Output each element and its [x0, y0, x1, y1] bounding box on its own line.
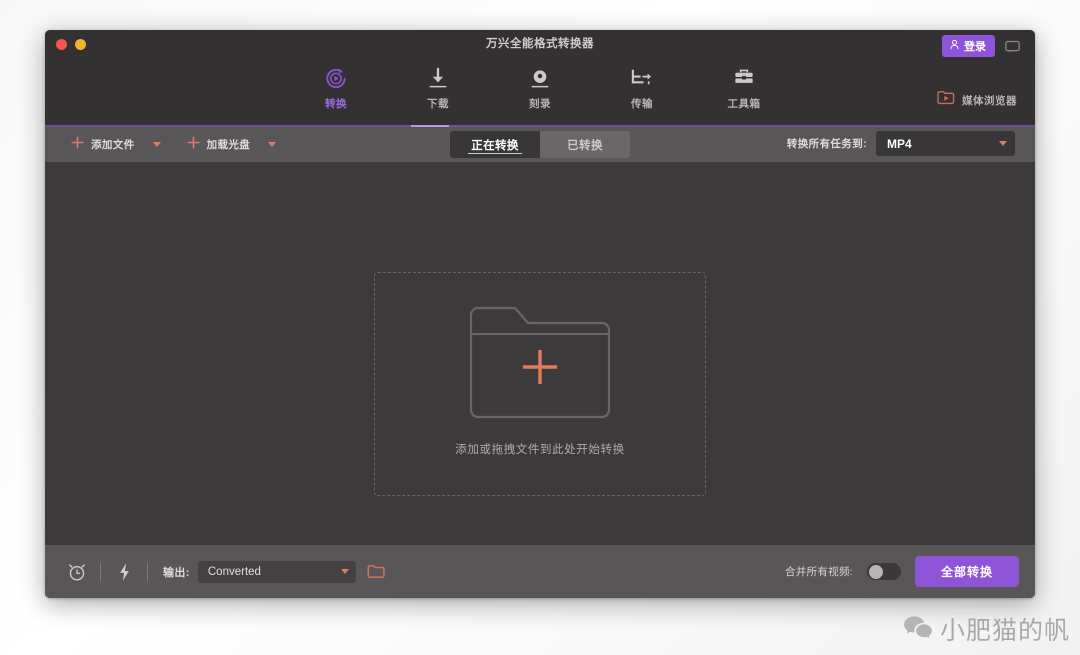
- main-nav: 转换 下载 刻录 传输 工具箱: [304, 62, 777, 111]
- toggle-knob: [868, 564, 883, 579]
- folder-open-icon[interactable]: [366, 562, 386, 582]
- caret-down-icon: [999, 141, 1007, 146]
- alarm-clock-icon[interactable]: [63, 558, 91, 586]
- add-file-dropdown[interactable]: [139, 138, 173, 151]
- nav-tab-transfer[interactable]: 传输: [610, 62, 675, 111]
- desktop-backdrop: 万兴全能格式转换器 登录 转换 下载 刻录 传输 工具箱 媒体浏览器 添加文件 …: [0, 0, 1080, 655]
- convert-all-label: 全部转换: [940, 565, 993, 579]
- title-bar: 万兴全能格式转换器 登录: [45, 30, 1035, 58]
- bottom-bar: 输出: Converted 合并所有视频: 全部转换: [45, 545, 1035, 598]
- tab-converting-label: 正在转换: [471, 139, 519, 152]
- media-browser-label: 媒体浏览器: [962, 94, 1017, 107]
- lightning-bolt-icon[interactable]: [110, 558, 138, 586]
- tab-converted-label: 已转换: [567, 139, 603, 152]
- load-disc-dropdown[interactable]: [254, 138, 288, 151]
- chat-bubble-icon[interactable]: [1004, 38, 1021, 55]
- nav-tab-convert[interactable]: 转换: [304, 62, 369, 111]
- nav-tab-burn[interactable]: 刻录: [508, 62, 573, 111]
- nav-tab-label: 刻录: [529, 98, 551, 110]
- person-icon: [949, 39, 960, 53]
- add-file-button[interactable]: 添加文件: [67, 133, 139, 157]
- folder-plus-icon: [469, 306, 611, 419]
- download-arrow-icon: [427, 65, 450, 91]
- titlebar-right-group: 登录: [942, 35, 1021, 57]
- output-path-select[interactable]: Converted: [197, 560, 356, 583]
- convert-all-to-label: 转换所有任务到:: [786, 138, 867, 150]
- nav-header: 转换 下载 刻录 传输 工具箱 媒体浏览器: [45, 58, 1035, 125]
- caret-down-icon: [268, 142, 277, 147]
- plus-icon: [71, 136, 84, 154]
- conversion-state-tabs: 正在转换 已转换: [450, 131, 630, 158]
- divider: [147, 562, 148, 581]
- add-file-label: 添加文件: [91, 139, 135, 151]
- nav-tab-label: 下载: [427, 98, 449, 110]
- dropzone-hint: 添加或拖拽文件到此处开始转换: [455, 443, 625, 456]
- nav-tab-label: 传输: [631, 98, 653, 110]
- folder-play-icon: [937, 90, 955, 110]
- bottom-right-group: 合并所有视频: 全部转换: [785, 545, 1019, 598]
- login-label: 登录: [964, 41, 986, 53]
- output-path-value: Converted: [207, 565, 261, 578]
- load-disc-button[interactable]: 加载光盘: [183, 133, 255, 157]
- login-button[interactable]: 登录: [942, 35, 995, 57]
- caret-down-icon: [340, 569, 349, 574]
- nav-tab-download[interactable]: 下载: [406, 62, 471, 111]
- plus-icon: [187, 136, 200, 154]
- load-disc-label: 加载光盘: [206, 139, 251, 151]
- tab-converting[interactable]: 正在转换: [450, 131, 540, 158]
- action-toolbar: 添加文件 加载光盘 正在转换 已转换 转换所有任务到: MP4: [45, 127, 1035, 162]
- output-format-value: MP4: [887, 136, 912, 151]
- caret-down-icon: [152, 142, 161, 147]
- toolbar-right-group: 转换所有任务到: MP4: [787, 131, 1015, 156]
- watermark: 小肥猫的帆: [903, 611, 1070, 647]
- bottom-left-group: 输出: Converted: [45, 558, 386, 586]
- divider: [100, 562, 101, 581]
- transfer-icon: [630, 65, 655, 91]
- output-label: 输出:: [163, 566, 190, 579]
- merge-videos-label: 合并所有视频:: [784, 566, 853, 578]
- nav-tab-toolbox[interactable]: 工具箱: [712, 62, 777, 111]
- tab-converted[interactable]: 已转换: [540, 131, 630, 158]
- app-window: 万兴全能格式转换器 登录 转换 下载 刻录 传输 工具箱 媒体浏览器 添加文件 …: [45, 30, 1035, 598]
- media-browser-button[interactable]: 媒体浏览器: [937, 90, 1017, 110]
- merge-videos-toggle[interactable]: [867, 563, 901, 580]
- nav-tab-label: 转换: [325, 98, 347, 110]
- convert-all-button[interactable]: 全部转换: [915, 556, 1019, 587]
- main-content: 添加或拖拽文件到此处开始转换: [45, 162, 1035, 545]
- watermark-text: 小肥猫的帆: [939, 616, 1070, 645]
- burn-disc-icon: [529, 65, 552, 91]
- output-format-select[interactable]: MP4: [876, 131, 1015, 156]
- file-dropzone[interactable]: 添加或拖拽文件到此处开始转换: [374, 272, 706, 496]
- toolbar-left-group: 添加文件 加载光盘: [45, 133, 288, 157]
- window-title: 万兴全能格式转换器: [486, 38, 594, 50]
- toolbox-icon: [732, 65, 757, 91]
- wechat-icon: [903, 614, 933, 645]
- nav-tab-label: 工具箱: [727, 98, 761, 110]
- convert-play-icon: [324, 65, 349, 91]
